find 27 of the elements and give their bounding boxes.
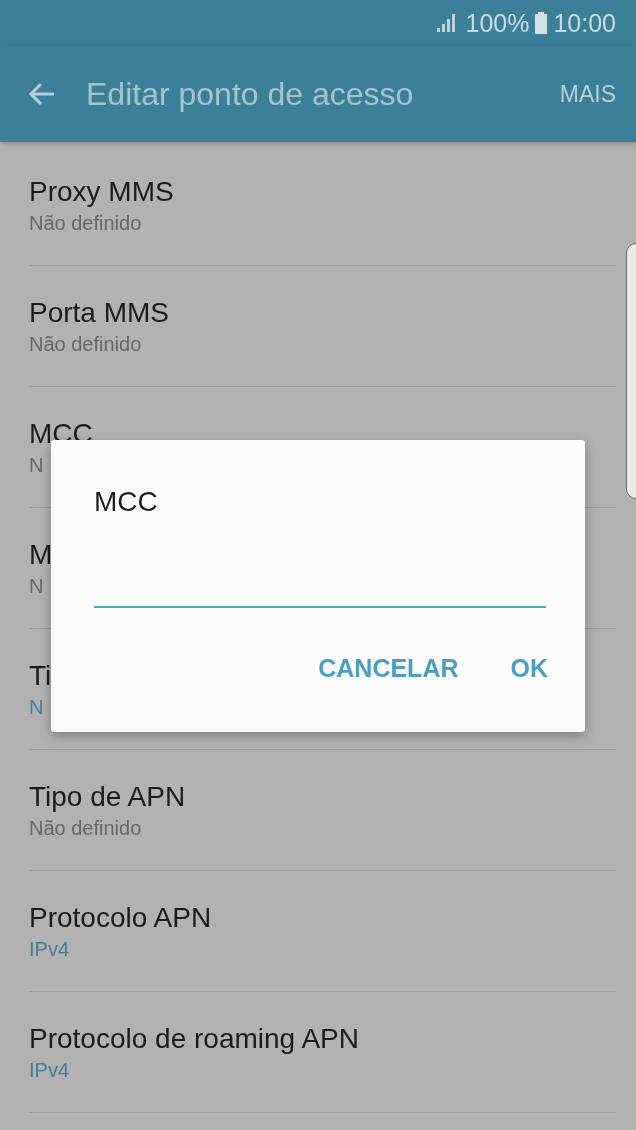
setting-title: M — [29, 538, 53, 571]
setting-title: Porta MMS — [29, 296, 170, 329]
setting-title: Protocolo de roaming APN — [29, 1022, 359, 1055]
setting-value: Não definido — [29, 211, 142, 235]
clock: 10:00 — [553, 8, 616, 38]
battery-percent: 100% — [465, 8, 530, 38]
screen-title: Editar ponto de acesso — [86, 75, 415, 113]
setting-value: Não definido — [29, 816, 142, 840]
setting-item[interactable]: Porta MMS Não definido — [29, 266, 616, 387]
setting-value: IPv4 — [29, 937, 70, 961]
setting-item[interactable]: Proxy MMS Não definido — [29, 145, 616, 266]
back-icon[interactable] — [28, 82, 56, 106]
setting-item[interactable]: Protocolo de roaming APN IPv4 — [29, 992, 616, 1113]
battery-icon — [535, 12, 548, 34]
setting-title: Proxy MMS — [29, 175, 174, 208]
dialog-title: MCC — [94, 486, 159, 518]
setting-value: Não definido — [29, 332, 142, 356]
signal-icon — [437, 14, 458, 32]
setting-item[interactable]: Protocolo APN IPv4 — [29, 871, 616, 992]
setting-value: N — [29, 453, 44, 477]
setting-title: Tipo de APN — [29, 780, 186, 813]
setting-value: N — [29, 574, 44, 598]
setting-title: Protocolo APN — [29, 901, 212, 934]
setting-title: Ti — [29, 659, 52, 692]
setting-value: IPv4 — [29, 1058, 70, 1082]
setting-value: N — [29, 695, 44, 719]
setting-item[interactable]: Tipo de APN Não definido — [29, 750, 616, 871]
